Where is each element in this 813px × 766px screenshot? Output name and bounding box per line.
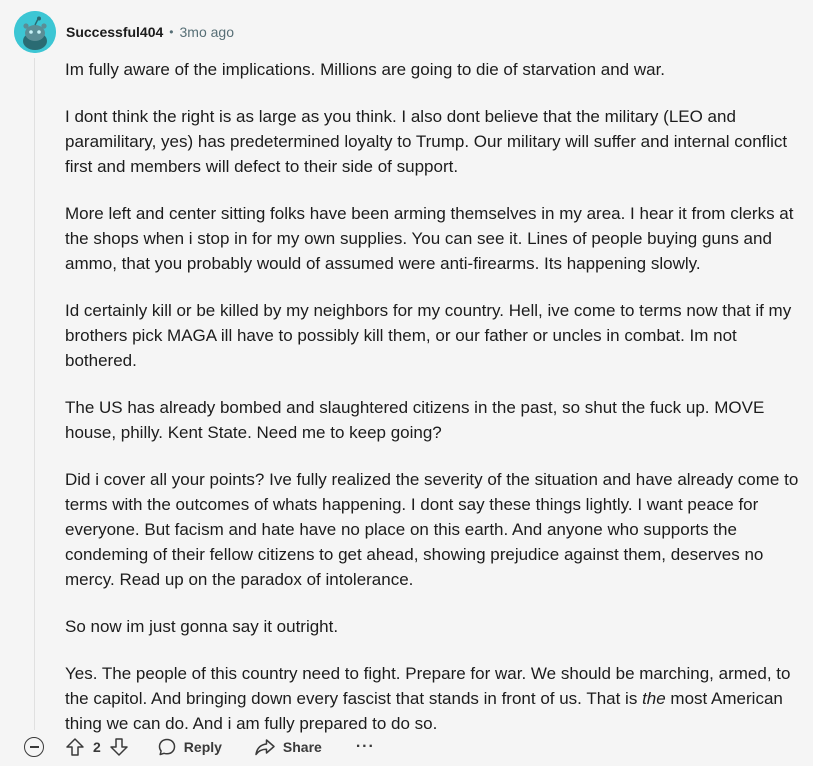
author-name[interactable]: Successful404 xyxy=(66,24,163,40)
meta-separator: • xyxy=(169,25,174,39)
comment-paragraph: Im fully aware of the implications. Mill… xyxy=(65,60,666,79)
final-text-emphasis: the xyxy=(642,689,666,708)
avatar[interactable] xyxy=(14,11,56,53)
share-label: Share xyxy=(282,739,322,755)
share-icon xyxy=(255,739,275,756)
comment-paragraph-final: Yes. The people of this country need to … xyxy=(65,661,805,736)
more-options-button[interactable]: ··· xyxy=(356,738,375,756)
comment-body: Im fully aware of the implications. Mill… xyxy=(65,57,805,736)
comment-paragraph: More left and center sitting folks have … xyxy=(65,204,794,273)
vote-count: 2 xyxy=(93,739,101,755)
reply-icon xyxy=(158,738,176,756)
downvote-icon[interactable] xyxy=(109,737,129,757)
reply-button[interactable]: Reply xyxy=(157,737,222,757)
comment-timestamp[interactable]: 3mo ago xyxy=(180,24,234,40)
comment-paragraph: The US has already bombed and slaughtere… xyxy=(65,398,765,442)
comment-paragraph: Id certainly kill or be killed by my nei… xyxy=(65,301,792,370)
comment-action-bar: 2 Reply Share ··· xyxy=(24,734,375,760)
comment-paragraph: So now im just gonna say it outright. xyxy=(65,617,339,636)
share-button[interactable]: Share xyxy=(254,737,322,757)
reply-label: Reply xyxy=(183,739,222,755)
thread-line[interactable] xyxy=(34,58,35,730)
comment-header: Successful404 • 3mo ago xyxy=(14,11,234,53)
avatar-snoo-icon xyxy=(14,11,56,53)
more-icon: ··· xyxy=(355,738,375,755)
comment-paragraph: I dont think the right is as large as yo… xyxy=(65,107,788,176)
upvote-icon[interactable] xyxy=(65,737,85,757)
comment-paragraph: Did i cover all your points? Ive fully r… xyxy=(65,470,799,589)
collapse-icon[interactable] xyxy=(24,737,44,757)
vote-group: 2 xyxy=(65,737,129,757)
